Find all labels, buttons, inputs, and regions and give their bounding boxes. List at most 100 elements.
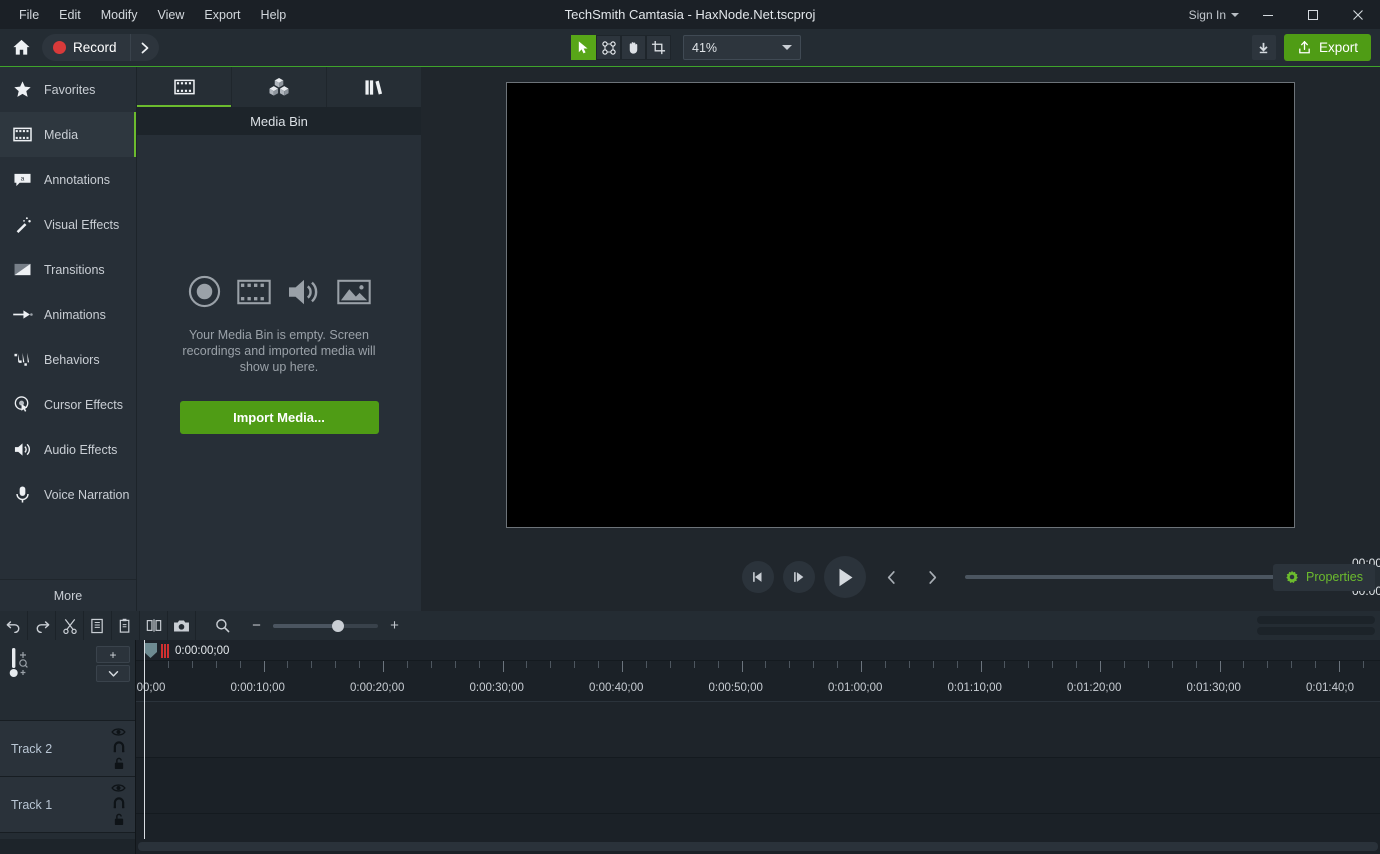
- playhead[interactable]: 0:00:00;00: [144, 640, 229, 661]
- sidebar-item-label: Media: [44, 127, 79, 142]
- ruler-tick-minor: [215, 661, 217, 668]
- ruler-tick-minor: [1004, 661, 1006, 668]
- select-tool-button[interactable]: [571, 35, 596, 60]
- menu-bar: File Edit Modify View Export Help: [0, 4, 296, 26]
- sidebar-item-media[interactable]: Media: [0, 112, 136, 157]
- track-header-track-1[interactable]: Track 1: [0, 777, 135, 833]
- record-button[interactable]: Record: [42, 34, 131, 61]
- sidebar-item-audio-effects[interactable]: Audio Effects: [0, 427, 136, 472]
- sidebar-item-cursor-effects[interactable]: Cursor Effects: [0, 382, 136, 427]
- zoom-slider-handle[interactable]: [331, 619, 344, 632]
- timeline-zoom-search-button[interactable]: [208, 611, 236, 640]
- sidebar-item-visual-effects[interactable]: Visual Effects: [0, 202, 136, 247]
- next-frame-button[interactable]: [783, 561, 815, 593]
- ruler-tick-minor: [574, 661, 576, 668]
- menu-item-view[interactable]: View: [148, 4, 195, 26]
- canvas-area: [421, 67, 1380, 543]
- track-header-track-2[interactable]: Track 2: [0, 721, 135, 777]
- add-track-button[interactable]: +: [96, 646, 130, 663]
- close-button[interactable]: [1335, 0, 1380, 29]
- zoom-in-button[interactable]: +: [388, 617, 401, 634]
- sidebar-item-label: Audio Effects: [44, 442, 118, 457]
- export-label: Export: [1318, 40, 1358, 55]
- hand-tool-button[interactable]: [621, 35, 646, 60]
- ruler-label: 0:01:40;0: [1306, 682, 1354, 694]
- menu-item-export[interactable]: Export: [194, 4, 250, 26]
- redo-button[interactable]: [28, 611, 56, 640]
- track-header-spacer: [0, 684, 135, 721]
- zoom-out-button[interactable]: −: [250, 617, 263, 634]
- timeline-ruler[interactable]: 0:00:00;00 0:00:10;00 0:00:20;00 0:00:30;00…: [136, 661, 1380, 702]
- timeline-tracks-area[interactable]: 0:00:00;00 0:00:00;00 0:00:10;00 0:00:20;0…: [136, 640, 1380, 839]
- menu-item-edit[interactable]: Edit: [49, 4, 91, 26]
- minimize-button[interactable]: [1245, 0, 1290, 29]
- zoom-slider-track[interactable]: [273, 619, 378, 632]
- undo-button[interactable]: [0, 611, 28, 640]
- timeline-scrollbars: [1257, 616, 1375, 635]
- canvas-zoom-select[interactable]: 41%: [683, 35, 801, 60]
- previous-marker-button[interactable]: [875, 561, 907, 593]
- edit-points-tool-button[interactable]: [596, 35, 621, 60]
- tab-media-bin[interactable]: [137, 67, 232, 107]
- record-label: Record: [73, 40, 117, 55]
- sidebar-item-annotations[interactable]: a Annotations: [0, 157, 136, 202]
- sidebar-item-favorites[interactable]: Favorites: [0, 67, 136, 112]
- sidebar-item-behaviors[interactable]: Behaviors: [0, 337, 136, 382]
- record-options-button[interactable]: [131, 34, 159, 61]
- playhead-flag-icon: [144, 643, 157, 658]
- crop-tool-button[interactable]: [646, 35, 671, 60]
- play-button[interactable]: [824, 556, 866, 598]
- eye-icon[interactable]: [111, 783, 126, 793]
- media-panel: Media Bin Your Media Bin is empty. Scree…: [136, 67, 421, 611]
- ruler-tick-minor: [1243, 661, 1245, 668]
- lock-icon[interactable]: [113, 757, 125, 770]
- collapse-tracks-button[interactable]: [96, 665, 130, 682]
- timeline-scrollbar-bottom[interactable]: [1257, 627, 1375, 635]
- sidebar-more-button[interactable]: More: [0, 580, 136, 611]
- volume-slider-icon[interactable]: [8, 646, 38, 684]
- cut-button[interactable]: [56, 611, 84, 640]
- menu-item-help[interactable]: Help: [251, 4, 297, 26]
- sign-in-button[interactable]: Sign In: [1183, 8, 1245, 22]
- ruler-tick-minor: [335, 661, 337, 668]
- sidebar-item-animations[interactable]: Animations: [0, 292, 136, 337]
- menu-item-modify[interactable]: Modify: [91, 4, 148, 26]
- magnet-icon[interactable]: [112, 797, 126, 809]
- eye-icon[interactable]: [111, 727, 126, 737]
- maximize-button[interactable]: [1290, 0, 1335, 29]
- timeline-scrollbar-top[interactable]: [1257, 616, 1375, 624]
- previous-frame-button[interactable]: [742, 561, 774, 593]
- film-strip-icon: [173, 78, 195, 96]
- track-headers: + Track 2 Track 1: [0, 640, 136, 839]
- record-group: Record: [42, 34, 159, 61]
- sidebar-item-transitions[interactable]: Transitions: [0, 247, 136, 292]
- paste-button[interactable]: [112, 611, 140, 640]
- chevron-down-icon: [782, 45, 792, 50]
- ruler-tick-minor: [956, 661, 958, 668]
- next-marker-button[interactable]: [916, 561, 948, 593]
- timeline-horizontal-scrollbar[interactable]: [138, 842, 1378, 851]
- sidebar-item-label: Visual Effects: [44, 217, 120, 232]
- playhead-row[interactable]: 0:00:00;00: [136, 640, 1380, 661]
- home-button[interactable]: [0, 29, 42, 67]
- menu-item-file[interactable]: File: [9, 4, 49, 26]
- screenshot-button[interactable]: [168, 611, 196, 640]
- track-lane-track-1[interactable]: [136, 758, 1380, 814]
- canvas-tools: 41%: [571, 35, 801, 60]
- preview-canvas[interactable]: [506, 82, 1295, 528]
- sidebar-item-voice-narration[interactable]: Voice Narration: [0, 472, 136, 517]
- tab-assets[interactable]: [232, 67, 327, 107]
- track-lane-track-2[interactable]: [136, 702, 1380, 758]
- properties-button[interactable]: Properties: [1273, 563, 1375, 591]
- magnet-icon[interactable]: [112, 741, 126, 753]
- export-button[interactable]: Export: [1283, 34, 1371, 61]
- copy-button[interactable]: [84, 611, 112, 640]
- download-button[interactable]: [1251, 35, 1276, 60]
- lock-icon[interactable]: [113, 813, 125, 826]
- split-button[interactable]: [140, 611, 168, 640]
- ruler-tick-minor: [311, 661, 313, 668]
- film-strip-icon: [236, 278, 271, 306]
- import-media-button[interactable]: Import Media...: [179, 401, 379, 434]
- timeline-zoom-slider[interactable]: − +: [250, 617, 401, 634]
- tab-library[interactable]: [327, 67, 421, 107]
